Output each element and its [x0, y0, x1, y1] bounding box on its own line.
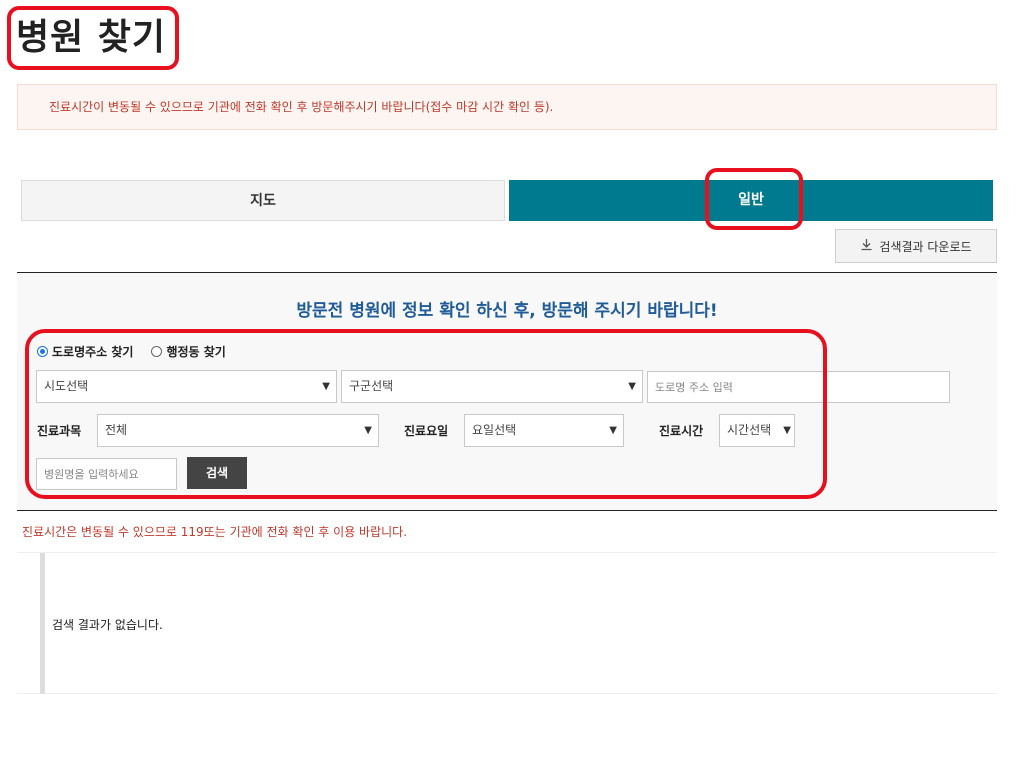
radio-road-address[interactable]: 도로명주소 찾기	[37, 343, 133, 360]
chevron-down-icon: ▼	[322, 381, 330, 392]
tab-general[interactable]: 일반	[509, 180, 993, 221]
search-button[interactable]: 검색	[187, 457, 247, 489]
empty-results-message: 검색 결과가 없습니다.	[52, 618, 163, 632]
chevron-down-icon: ▼	[628, 381, 636, 392]
page-title: 병원 찾기	[16, 17, 167, 58]
road-address-input[interactable]: 도로명 주소 입력	[647, 371, 950, 403]
results-divider	[40, 553, 45, 694]
search-heading: 방문전 병원에 정보 확인 하신 후, 방문해 주시기 바랍니다!	[296, 301, 718, 321]
download-results-button[interactable]: 검색결과 다운로드	[835, 229, 997, 263]
download-icon	[860, 238, 873, 254]
time-select[interactable]: 시간선택 ▼	[719, 414, 795, 447]
gugun-select[interactable]: 구군선택 ▼	[341, 370, 643, 403]
chevron-down-icon: ▼	[783, 425, 791, 436]
download-label: 검색결과 다운로드	[879, 239, 972, 254]
chevron-down-icon: ▼	[364, 425, 372, 436]
dept-label: 진료과목	[37, 424, 82, 438]
dept-select[interactable]: 전체 ▼	[97, 414, 379, 447]
dept-select-value: 전체	[105, 423, 128, 437]
tab-map[interactable]: 지도	[21, 180, 505, 221]
chevron-down-icon: ▼	[609, 425, 617, 436]
radio-checked-icon	[37, 345, 48, 357]
sido-select-value: 시도선택	[44, 379, 89, 393]
day-label: 진료요일	[404, 424, 449, 438]
radio-admin-dong[interactable]: 행정동 찾기	[151, 343, 226, 360]
time-select-value: 시간선택	[727, 423, 772, 437]
hospital-name-input[interactable]: 병원명을 입력하세요	[36, 458, 177, 490]
gugun-select-value: 구군선택	[349, 379, 394, 393]
warning-text: 진료시간은 변동될 수 있으므로 119또는 기관에 전화 확인 후 이용 바랍…	[22, 525, 408, 539]
time-label: 진료시간	[659, 424, 704, 438]
radio-label: 행정동 찾기	[166, 344, 226, 359]
radio-unchecked-icon	[151, 345, 163, 357]
radio-label: 도로명주소 찾기	[52, 344, 134, 359]
day-select[interactable]: 요일선택 ▼	[464, 414, 624, 447]
day-select-value: 요일선택	[472, 423, 517, 437]
notice-banner: 진료시간이 변동될 수 있으므로 기관에 전화 확인 후 방문해주시기 바랍니다…	[17, 84, 997, 130]
address-type-group: 도로명주소 찾기 행정동 찾기	[37, 342, 244, 360]
results-area: 검색 결과가 없습니다.	[17, 552, 997, 694]
sido-select[interactable]: 시도선택 ▼	[36, 370, 337, 403]
